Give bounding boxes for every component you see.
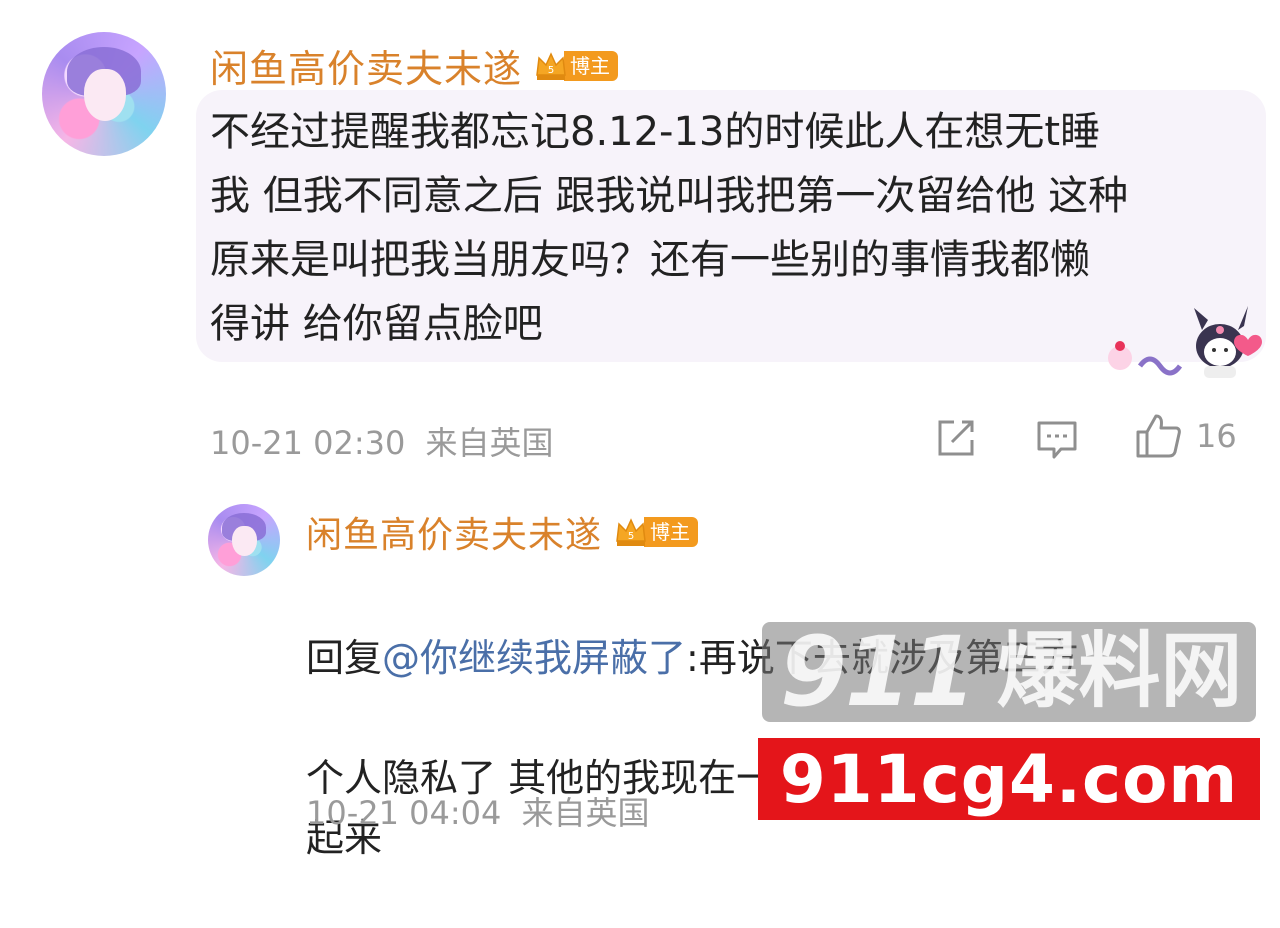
reply-meta: 10-21 04:04 来自英国 (306, 788, 650, 834)
svg-text:5: 5 (548, 65, 554, 76)
like-icon (1134, 412, 1182, 460)
vip-crown-icon: 5 (614, 515, 648, 549)
kuromi-sticker (1100, 300, 1270, 382)
badge-label: 博主 (644, 517, 699, 547)
like-button[interactable]: 16 (1134, 412, 1237, 460)
watermark-url: 911cg4.com (758, 738, 1260, 820)
comment-meta: 10-21 02:30 来自英国 (210, 418, 554, 464)
reply-prefix: 回复 (306, 636, 383, 680)
blogger-badge: 5 博主 (614, 514, 699, 550)
comment-header: 闲鱼高价卖夫未遂 5 博主 (210, 38, 619, 93)
svg-text:5: 5 (628, 531, 634, 542)
blogger-badge: 5 博主 (534, 48, 619, 84)
comment-text: 不经过提醒我都忘记8.12-13的时候此人在想无t睡 我 但我不同意之后 跟我说… (210, 109, 1129, 347)
watermark-number: 911 (780, 616, 976, 728)
share-icon[interactable] (934, 416, 978, 460)
like-count: 16 (1196, 417, 1237, 455)
location: 来自英国 (521, 794, 650, 832)
avatar[interactable] (42, 32, 166, 156)
watermark-logo: 911 爆料网 (762, 622, 1256, 722)
comment-icon[interactable] (1034, 416, 1080, 462)
badge-label: 博主 (564, 50, 619, 81)
timestamp: 10-21 02:30 (210, 424, 406, 462)
location: 来自英国 (425, 424, 554, 462)
reply-avatar[interactable] (208, 504, 280, 576)
timestamp: 10-21 04:04 (306, 794, 502, 832)
watermark-text: 爆料网 (996, 624, 1243, 719)
reply-header: 闲鱼高价卖夫未遂 5 博主 (306, 506, 699, 558)
vip-crown-icon: 5 (534, 49, 568, 83)
mention-link[interactable]: @你继续我屏蔽了 (382, 636, 686, 680)
username[interactable]: 闲鱼高价卖夫未遂 (210, 38, 522, 93)
reply-username[interactable]: 闲鱼高价卖夫未遂 (306, 506, 602, 558)
